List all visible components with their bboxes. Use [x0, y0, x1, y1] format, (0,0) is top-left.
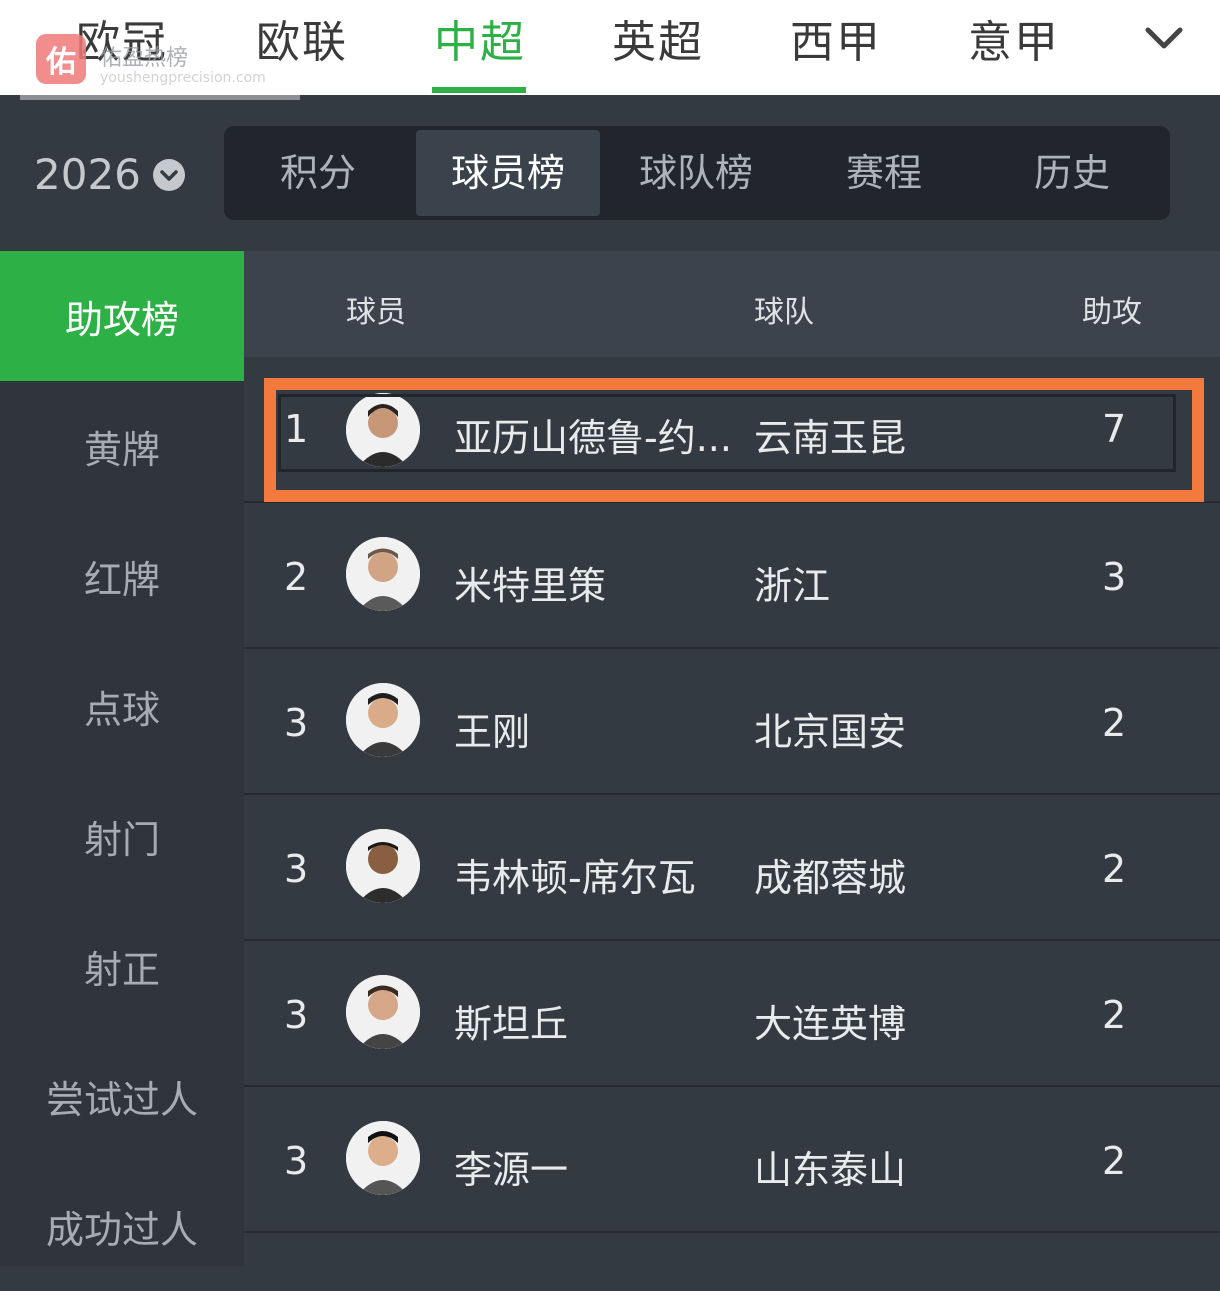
player-name: 米特里策 — [454, 564, 607, 608]
team-name: 北京国安 — [754, 710, 907, 754]
chevron-down-icon[interactable] — [1142, 22, 1186, 52]
tab-team-rankings[interactable]: 球队榜 — [639, 126, 753, 220]
column-header-player: 球员 — [346, 295, 406, 330]
stat-category-sidebar: 助攻榜 黄牌 红牌 点球 射门 射正 尝试过人 成功过人 — [0, 251, 244, 1266]
league-tab-csl[interactable]: 中超 — [434, 6, 526, 70]
highlight-inner-border — [278, 394, 1176, 472]
player-avatar — [346, 1121, 420, 1195]
league-tab-seriea[interactable]: 意甲 — [968, 6, 1060, 70]
table-row[interactable]: 3 王刚 北京国安 2 — [244, 647, 1220, 795]
sidebar-item-penalties[interactable]: 点球 — [0, 641, 244, 771]
league-tab-laliga[interactable]: 西甲 — [790, 6, 882, 70]
player-avatar — [346, 683, 420, 757]
team-name: 大连英博 — [754, 1002, 907, 1046]
active-league-indicator — [432, 87, 526, 93]
tab-schedule[interactable]: 赛程 — [846, 126, 922, 220]
assist-count: 2 — [1102, 847, 1127, 891]
sidebar-item-assists[interactable]: 助攻榜 — [0, 251, 244, 381]
player-name: 韦林顿-席尔瓦 — [454, 856, 696, 900]
table-row[interactable]: 3 李源一 山东泰山 2 — [244, 1085, 1220, 1233]
assist-count: 2 — [1102, 701, 1127, 745]
sidebar-item-shots[interactable]: 射门 — [0, 771, 244, 901]
table-row[interactable]: 3 韦林顿-席尔瓦 成都蓉城 2 — [244, 793, 1220, 941]
team-name: 成都蓉城 — [754, 856, 907, 900]
player-avatar — [346, 975, 420, 1049]
column-header-team: 球队 — [754, 295, 814, 330]
player-avatar — [346, 537, 420, 611]
league-tab-uel[interactable]: 欧联 — [256, 6, 348, 70]
player-name: 斯坦丘 — [454, 1002, 569, 1046]
league-bar: 欧冠 欧联 中超 英超 西甲 意甲 佑 佑盈热榜 youshengprecisi… — [0, 0, 1220, 95]
assist-count: 2 — [1102, 993, 1127, 1037]
sidebar-item-yellow-cards[interactable]: 黄牌 — [0, 381, 244, 511]
watermark-url: youshengprecision.com — [100, 70, 266, 86]
rank: 3 — [284, 847, 309, 891]
table-row[interactable]: 3 斯坦丘 大连英博 2 — [244, 939, 1220, 1087]
table-header: 球员 球队 助攻 — [244, 251, 1220, 357]
player-name: 李源一 — [454, 1148, 569, 1192]
tab-player-rankings[interactable]: 球员榜 — [451, 126, 565, 220]
sidebar-item-dribbles-attempted[interactable]: 尝试过人 — [0, 1031, 244, 1161]
season-label: 2026 — [34, 150, 141, 199]
tab-standings[interactable]: 积分 — [280, 126, 356, 220]
rank: 2 — [284, 555, 309, 599]
watermark-logo-icon: 佑 — [36, 34, 86, 84]
team-name: 山东泰山 — [754, 1148, 907, 1192]
assist-count: 2 — [1102, 1139, 1127, 1183]
tab-history[interactable]: 历史 — [1034, 126, 1110, 220]
assist-count: 3 — [1102, 555, 1127, 599]
rank: 3 — [284, 701, 309, 745]
player-avatar — [346, 829, 420, 903]
league-tab-epl[interactable]: 英超 — [612, 6, 704, 70]
season-selector[interactable]: 2026 — [34, 150, 185, 199]
player-name: 王刚 — [454, 710, 531, 754]
team-name: 浙江 — [754, 564, 831, 608]
rank: 3 — [284, 993, 309, 1037]
sidebar-item-shots-on-target[interactable]: 射正 — [0, 901, 244, 1031]
table-row[interactable]: 2 米特里策 浙江 3 — [244, 501, 1220, 649]
watermark-name: 佑盈热榜 — [100, 46, 189, 71]
column-header-assists: 助攻 — [1082, 295, 1142, 330]
chevron-circle-down-icon — [152, 158, 185, 191]
divider — [20, 95, 300, 100]
sidebar-item-dribbles-successful[interactable]: 成功过人 — [0, 1161, 244, 1291]
sidebar-item-red-cards[interactable]: 红牌 — [0, 511, 244, 641]
rank: 3 — [284, 1139, 309, 1183]
